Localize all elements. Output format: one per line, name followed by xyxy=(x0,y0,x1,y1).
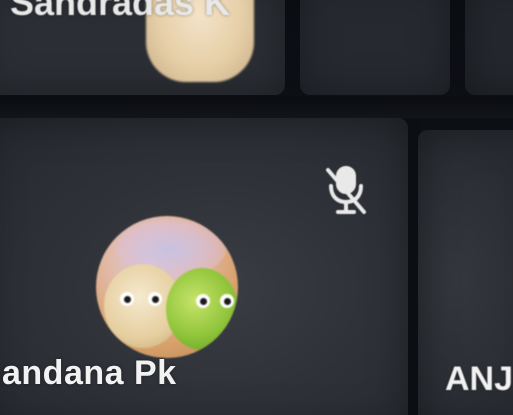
participant-name-main: andana Pk xyxy=(2,354,177,392)
avatar-eye xyxy=(196,294,210,308)
avatar-eye xyxy=(220,294,234,308)
avatar-eye xyxy=(148,292,162,306)
participant-avatar-main xyxy=(96,216,238,358)
participant-tile-top-right[interactable] xyxy=(465,0,513,95)
participant-name-top: Sandradas K xyxy=(10,0,231,23)
participant-name-right: ANJ xyxy=(445,360,513,398)
avatar-character-right xyxy=(166,268,238,350)
participant-tile-top-middle[interactable] xyxy=(300,0,450,95)
microphone-muted-icon xyxy=(326,166,366,214)
row-divider xyxy=(0,96,513,118)
avatar-eye xyxy=(120,292,134,306)
video-call-grid: Sandradas K andana Pk ANJ xyxy=(0,0,513,415)
